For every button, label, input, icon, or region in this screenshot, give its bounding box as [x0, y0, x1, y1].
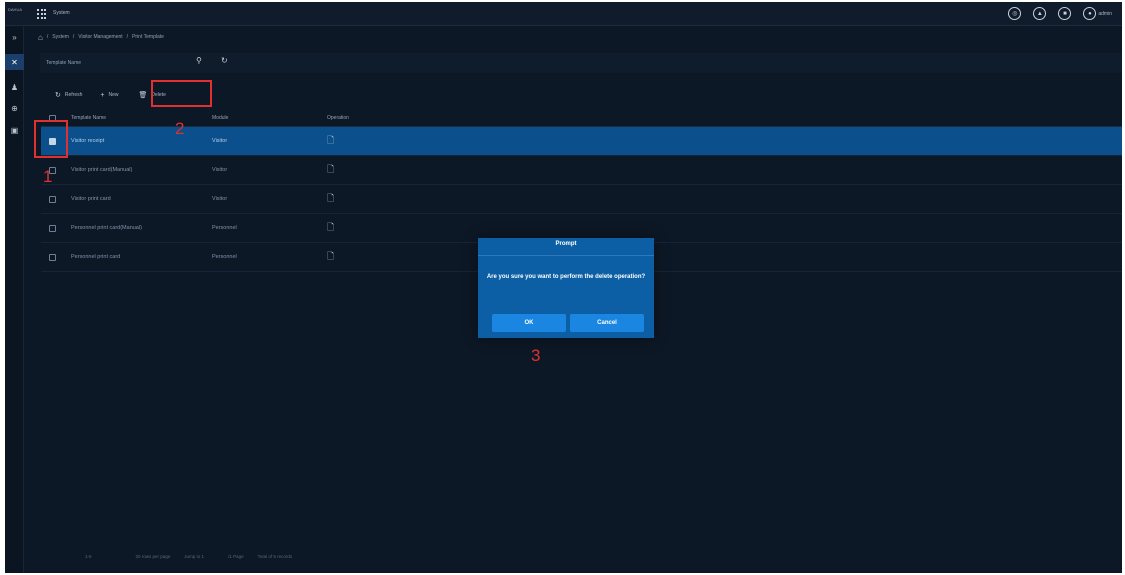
- tools-icon[interactable]: ✕: [5, 54, 24, 70]
- new-label: New: [108, 92, 119, 98]
- reset-icon[interactable]: ↻: [221, 56, 234, 69]
- trash-icon: 🗑: [138, 92, 148, 99]
- column-header-template-name: Template Name: [71, 115, 107, 121]
- cancel-button[interactable]: Cancel: [570, 314, 644, 332]
- edit-document-icon[interactable]: 🗋: [327, 135, 334, 145]
- column-header-operation: Operation: [327, 115, 349, 121]
- app-title: System: [53, 10, 70, 16]
- globe-icon[interactable]: ⊕: [5, 100, 24, 116]
- delete-confirm-dialog: Prompt Are you sure you want to perform …: [478, 238, 654, 338]
- row-module: Visitor: [212, 167, 228, 173]
- breadcrumb-separator: /: [46, 34, 49, 40]
- search-bar: ⚲ ↻: [40, 53, 1122, 73]
- row-checkbox[interactable]: [48, 195, 56, 203]
- new-button[interactable]: + New: [97, 88, 121, 102]
- dialog-divider: [478, 255, 654, 256]
- page-count: /1 Page: [228, 554, 244, 559]
- refresh-icon: ↻: [55, 92, 61, 99]
- jump-to-page-input[interactable]: Jump to 1: [184, 554, 204, 559]
- breadcrumb: ⌂ / System / Visitor Management / Print …: [38, 31, 164, 43]
- edit-document-icon[interactable]: 🗋: [327, 193, 334, 203]
- row-template-name: Personnel print card: [71, 254, 121, 260]
- user-menu[interactable]: ● admin: [1083, 7, 1112, 20]
- row-checkbox[interactable]: [48, 224, 56, 232]
- row-module: Personnel: [212, 225, 237, 231]
- table-header: Template Name Module Operation: [41, 110, 1122, 127]
- rows-per-page-select[interactable]: 20 rows per page: [136, 554, 171, 559]
- row-module: Visitor: [212, 196, 228, 202]
- row-checkbox[interactable]: [48, 253, 56, 261]
- annotation-step-2: 2: [175, 119, 185, 138]
- user-avatar-icon: ●: [1083, 7, 1097, 20]
- ok-button[interactable]: OK: [492, 314, 566, 332]
- row-module: Personnel: [212, 254, 237, 260]
- template-name-search-input[interactable]: [46, 56, 246, 70]
- user-name: admin: [1098, 10, 1112, 17]
- breadcrumb-print-template: Print Template: [132, 34, 164, 40]
- row-template-name: Visitor print card(Manual): [71, 167, 133, 173]
- pagination-range: 1-5: [85, 554, 92, 559]
- table-row[interactable]: Visitor print card(Manual) Visitor 🗋: [41, 156, 1122, 185]
- row-template-name: Visitor print card: [71, 196, 111, 202]
- search-icon[interactable]: ⚲: [196, 56, 209, 69]
- row-module: Visitor: [212, 138, 228, 144]
- breadcrumb-system[interactable]: System: [52, 34, 69, 40]
- annotation-step-3: 3: [531, 346, 541, 365]
- breadcrumb-separator: /: [126, 34, 129, 40]
- edit-document-icon[interactable]: 🗋: [327, 222, 334, 232]
- annotation-step-1: 1: [43, 167, 53, 186]
- alarm-icon[interactable]: ▲: [1033, 7, 1047, 20]
- left-nav-rail: » ✕ ♟ ⊕ ▣: [5, 27, 24, 573]
- annotation-box-step-1: [34, 120, 68, 158]
- app-grid-icon[interactable]: [37, 9, 47, 19]
- table-row[interactable]: Visitor print card Visitor 🗋: [41, 185, 1122, 214]
- breadcrumb-separator: /: [72, 34, 75, 40]
- table-row[interactable]: Visitor receipt Visitor 🗋: [41, 127, 1122, 156]
- document-icon[interactable]: ▣: [5, 122, 24, 138]
- home-icon[interactable]: ⌂: [38, 33, 43, 42]
- refresh-label: Refresh: [64, 92, 83, 98]
- dialog-title: Prompt: [555, 241, 577, 247]
- brand-logo: DAHUA: [8, 7, 23, 12]
- visitor-icon[interactable]: ♟: [5, 79, 24, 95]
- refresh-button[interactable]: ↻ Refresh: [52, 88, 85, 102]
- row-template-name: Personnel print card(Manual): [71, 225, 142, 231]
- app-window: DAHUA System ◎ ▲ ■ ● admin » ✕ ♟ ⊕ ▣ ⌂ /…: [5, 2, 1122, 573]
- plus-icon: +: [100, 91, 105, 99]
- edit-document-icon[interactable]: 🗋: [327, 251, 334, 261]
- breadcrumb-visitor-management[interactable]: Visitor Management: [78, 34, 122, 40]
- annotation-box-step-2: [151, 80, 212, 107]
- edit-document-icon[interactable]: 🗋: [327, 164, 334, 174]
- top-bar: DAHUA System ◎ ▲ ■ ● admin: [5, 2, 1122, 26]
- notification-icon[interactable]: ■: [1058, 7, 1072, 20]
- top-icons: ◎ ▲ ■ ● admin: [1008, 7, 1112, 20]
- column-header-module: Module: [212, 115, 229, 121]
- dialog-message: Are you sure you want to perform the del…: [486, 274, 646, 280]
- pagination: 1-5 20 rows per page Jump to 1 /1 Page T…: [85, 554, 292, 559]
- expand-menu-icon[interactable]: »: [5, 29, 24, 45]
- total-records: Total of 5 records: [257, 554, 293, 559]
- network-icon[interactable]: ◎: [1008, 7, 1022, 20]
- row-template-name: Visitor receipt: [71, 138, 105, 144]
